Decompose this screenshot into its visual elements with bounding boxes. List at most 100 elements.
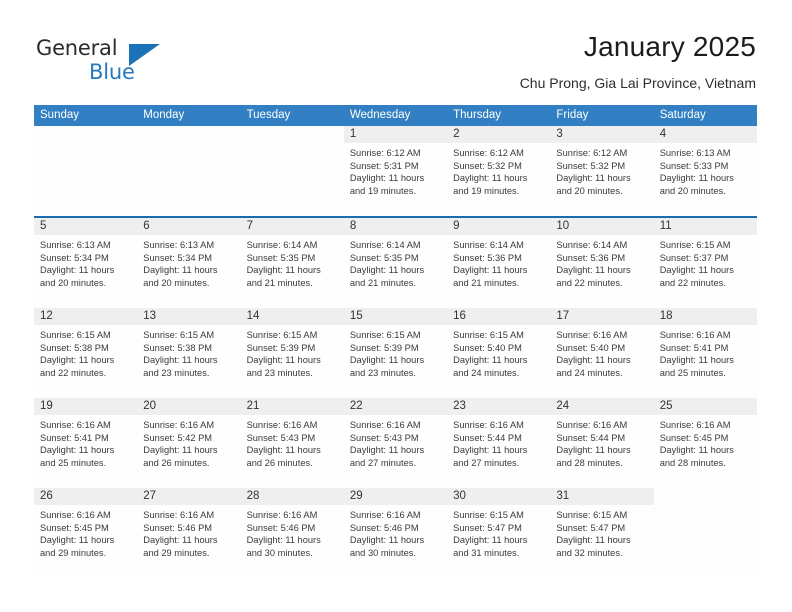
daylight-text-line1: Daylight: 11 hours bbox=[659, 265, 734, 276]
day-cell[interactable]: 8 Sunrise: 6:14 AM Sunset: 5:35 PM Daylight… bbox=[343, 218, 448, 308]
sunset-text: Sunset: 5:31 PM bbox=[349, 160, 419, 171]
daylight-text-line1: Daylight: 11 hours bbox=[659, 445, 734, 456]
day-number-bar: 20 bbox=[137, 398, 241, 415]
day-cell[interactable]: 15 Sunrise: 6:15 AM Sunset: 5:39 PM Dayligh… bbox=[343, 308, 448, 398]
daylight-text-line1: Daylight: 11 hours bbox=[556, 265, 631, 276]
day-cell[interactable]: 4 Sunrise: 6:13 AM Sunset: 5:33 PM Daylight… bbox=[653, 126, 757, 216]
day-cell[interactable]: 22 Sunrise: 6:16 AM Sunset: 5:43 PM Dayligh… bbox=[343, 398, 448, 488]
sunset-text: Sunset: 5:40 PM bbox=[453, 342, 522, 353]
sunset-text: Sunset: 5:45 PM bbox=[40, 522, 109, 533]
day-number: 28 bbox=[246, 490, 260, 502]
day-cell[interactable]: 26 Sunrise: 6:16 AM Sunset: 5:45 PM Dayligh… bbox=[34, 488, 138, 578]
day-cell[interactable]: 24 Sunrise: 6:16 AM Sunset: 5:44 PM Dayligh… bbox=[550, 398, 654, 488]
calendar-week-row: 26 Sunrise: 6:16 AM Sunset: 5:45 PM Dayligh… bbox=[34, 486, 757, 578]
day-number-bar: 18 bbox=[653, 308, 757, 325]
generalblue-logo[interactable]: General Blue bbox=[36, 36, 216, 88]
day-cell[interactable]: 28 Sunrise: 6:16 AM Sunset: 5:46 PM Dayligh… bbox=[240, 488, 344, 578]
day-cell[interactable]: 14 Sunrise: 6:15 AM Sunset: 5:39 PM Dayligh… bbox=[240, 308, 344, 398]
sunset-text: Sunset: 5:41 PM bbox=[40, 432, 109, 443]
day-cell[interactable]: 2 Sunrise: 6:12 AM Sunset: 5:32 PM Daylight… bbox=[447, 126, 551, 216]
daylight-text-line2: and 30 minutes. bbox=[246, 547, 313, 558]
daylight-text-line2: and 22 minutes. bbox=[659, 277, 726, 288]
day-cell[interactable]: 10 Sunrise: 6:14 AM Sunset: 5:36 PM Dayligh… bbox=[550, 218, 654, 308]
day-cell[interactable]: 23 Sunrise: 6:16 AM Sunset: 5:44 PM Dayligh… bbox=[447, 398, 551, 488]
day-details: Sunrise: 6:13 AM Sunset: 5:34 PM Daylight:… bbox=[137, 235, 240, 289]
daylight-text-line1: Daylight: 11 hours bbox=[453, 265, 528, 276]
sunrise-text: Sunrise: 6:16 AM bbox=[349, 510, 421, 520]
day-cell[interactable]: 9 Sunrise: 6:14 AM Sunset: 5:36 PM Daylight… bbox=[447, 218, 551, 308]
day-cell[interactable]: 29 Sunrise: 6:16 AM Sunset: 5:46 PM Dayligh… bbox=[343, 488, 448, 578]
daylight-text-line2: and 25 minutes. bbox=[659, 367, 726, 378]
daylight-text-line1: Daylight: 11 hours bbox=[246, 445, 321, 456]
sunrise-text: Sunrise: 6:16 AM bbox=[556, 330, 628, 340]
day-details: Sunrise: 6:15 AM Sunset: 5:40 PM Daylight:… bbox=[447, 325, 550, 379]
day-cell[interactable]: 3 Sunrise: 6:12 AM Sunset: 5:32 PM Daylight… bbox=[550, 126, 654, 216]
sunrise-text: Sunrise: 6:16 AM bbox=[246, 510, 318, 520]
day-number-bar: 27 bbox=[137, 488, 241, 505]
day-cell[interactable]: 11 Sunrise: 6:15 AM Sunset: 5:37 PM Dayligh… bbox=[653, 218, 757, 308]
day-cell[interactable]: 21 Sunrise: 6:16 AM Sunset: 5:43 PM Dayligh… bbox=[240, 398, 344, 488]
sunrise-text: Sunrise: 6:15 AM bbox=[143, 330, 215, 340]
day-details: Sunrise: 6:14 AM Sunset: 5:35 PM Daylight:… bbox=[344, 235, 447, 289]
sunrise-text: Sunrise: 6:16 AM bbox=[246, 420, 318, 430]
day-number-bar: 23 bbox=[447, 398, 551, 415]
day-cell[interactable]: 19 Sunrise: 6:16 AM Sunset: 5:41 PM Dayligh… bbox=[34, 398, 138, 488]
day-cell-empty bbox=[240, 126, 344, 216]
day-cell[interactable]: 27 Sunrise: 6:16 AM Sunset: 5:46 PM Dayligh… bbox=[137, 488, 241, 578]
calendar-page: General Blue January 2025 Chu Prong, Gia… bbox=[0, 0, 792, 612]
day-cell[interactable]: 25 Sunrise: 6:16 AM Sunset: 5:45 PM Dayligh… bbox=[653, 398, 757, 488]
sunrise-text: Sunrise: 6:15 AM bbox=[659, 240, 731, 250]
day-cell[interactable]: 7 Sunrise: 6:14 AM Sunset: 5:35 PM Daylight… bbox=[240, 218, 344, 308]
daylight-text-line1: Daylight: 11 hours bbox=[659, 355, 734, 366]
sunrise-text: Sunrise: 6:13 AM bbox=[143, 240, 215, 250]
day-cell[interactable]: 5 Sunrise: 6:13 AM Sunset: 5:34 PM Daylight… bbox=[34, 218, 138, 308]
daylight-text-line1: Daylight: 11 hours bbox=[349, 445, 425, 456]
day-number-bar: 25 bbox=[653, 398, 757, 415]
page-subtitle: Chu Prong, Gia Lai Province, Vietnam bbox=[519, 75, 756, 91]
day-cell[interactable]: 13 Sunrise: 6:15 AM Sunset: 5:38 PM Dayligh… bbox=[137, 308, 241, 398]
day-cell[interactable]: 6 Sunrise: 6:13 AM Sunset: 5:34 PM Daylight… bbox=[137, 218, 241, 308]
daylight-text-line2: and 20 minutes. bbox=[659, 185, 726, 196]
daylight-text-line2: and 25 minutes. bbox=[40, 457, 107, 468]
day-number: 4 bbox=[659, 128, 667, 140]
day-details: Sunrise: 6:16 AM Sunset: 5:46 PM Daylight:… bbox=[344, 505, 447, 559]
sunset-text: Sunset: 5:34 PM bbox=[143, 252, 213, 263]
day-number: 13 bbox=[143, 310, 157, 322]
daylight-text-line1: Daylight: 11 hours bbox=[40, 535, 115, 546]
sunset-text: Sunset: 5:44 PM bbox=[453, 432, 522, 443]
day-cell[interactable]: 1 Sunrise: 6:12 AM Sunset: 5:31 PM Daylight… bbox=[343, 126, 448, 216]
day-number: 2 bbox=[453, 128, 460, 140]
day-details: Sunrise: 6:15 AM Sunset: 5:39 PM Daylight:… bbox=[241, 325, 344, 379]
day-cell[interactable]: 18 Sunrise: 6:16 AM Sunset: 5:41 PM Dayligh… bbox=[653, 308, 757, 398]
calendar-week-row: 12 Sunrise: 6:15 AM Sunset: 5:38 PM Dayligh… bbox=[34, 306, 757, 398]
sunrise-text: Sunrise: 6:14 AM bbox=[246, 240, 318, 250]
day-cell[interactable]: 12 Sunrise: 6:15 AM Sunset: 5:38 PM Dayligh… bbox=[34, 308, 138, 398]
daylight-text-line1: Daylight: 11 hours bbox=[453, 535, 528, 546]
daylight-text-line2: and 19 minutes. bbox=[453, 185, 520, 196]
sunset-text: Sunset: 5:38 PM bbox=[143, 342, 213, 353]
day-number-bar: 13 bbox=[137, 308, 241, 325]
day-cell[interactable]: 16 Sunrise: 6:15 AM Sunset: 5:40 PM Dayligh… bbox=[447, 308, 551, 398]
daylight-text-line2: and 27 minutes. bbox=[453, 457, 520, 468]
sunset-text: Sunset: 5:43 PM bbox=[246, 432, 316, 443]
day-cell[interactable]: 17 Sunrise: 6:16 AM Sunset: 5:40 PM Dayligh… bbox=[550, 308, 654, 398]
day-cell[interactable]: 20 Sunrise: 6:16 AM Sunset: 5:42 PM Dayligh… bbox=[137, 398, 241, 488]
day-number: 10 bbox=[556, 220, 570, 232]
sunrise-text: Sunrise: 6:15 AM bbox=[40, 330, 111, 340]
weekday-header-tuesday: Tuesday bbox=[246, 109, 291, 121]
sunrise-text: Sunrise: 6:15 AM bbox=[453, 330, 524, 340]
day-number-bar: 12 bbox=[34, 308, 138, 325]
day-number-bar: 29 bbox=[343, 488, 448, 505]
calendar-week-row: 19 Sunrise: 6:16 AM Sunset: 5:41 PM Dayligh… bbox=[34, 396, 757, 488]
daylight-text-line1: Daylight: 11 hours bbox=[143, 445, 218, 456]
sunrise-text: Sunrise: 6:14 AM bbox=[556, 240, 628, 250]
day-details: Sunrise: 6:16 AM Sunset: 5:46 PM Daylight:… bbox=[137, 505, 240, 559]
daylight-text-line2: and 22 minutes. bbox=[556, 277, 623, 288]
day-number: 16 bbox=[453, 310, 466, 322]
daylight-text-line2: and 21 minutes. bbox=[349, 277, 416, 288]
sunset-text: Sunset: 5:46 PM bbox=[143, 522, 213, 533]
day-cell[interactable]: 30 Sunrise: 6:15 AM Sunset: 5:47 PM Dayligh… bbox=[447, 488, 551, 578]
day-details: Sunrise: 6:15 AM Sunset: 5:37 PM Daylight:… bbox=[654, 235, 757, 289]
day-cell[interactable]: 31 Sunrise: 6:15 AM Sunset: 5:47 PM Dayligh… bbox=[550, 488, 654, 578]
daylight-text-line2: and 23 minutes. bbox=[246, 367, 313, 378]
